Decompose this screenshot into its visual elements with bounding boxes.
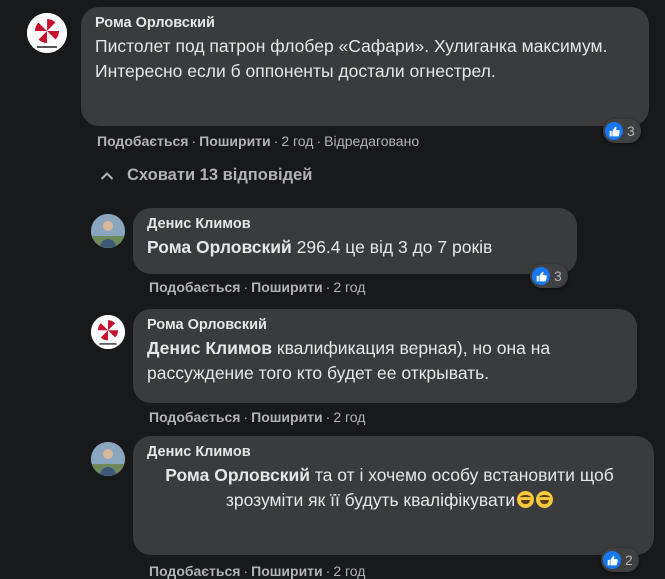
reply-author[interactable]: Денис Климов — [147, 444, 642, 460]
like-icon — [605, 122, 623, 140]
reply-text: Рома Орловский та от і хочемо особу вста… — [147, 463, 642, 512]
reply-text: Рома Орловский 296.4 це від 3 до 7 років — [147, 235, 565, 260]
reaction-count-badge[interactable]: 2 — [601, 548, 639, 572]
person-photo-icon — [91, 214, 125, 248]
reaction-count-badge[interactable]: 3 — [603, 119, 641, 143]
share-button[interactable]: Поширити — [251, 409, 323, 425]
reply-bubble: Денис Климов Рома Орловский 296.4 це від… — [133, 208, 577, 274]
rolling-on-floor-laughing-icon — [517, 490, 535, 508]
avatar-roma-orlovsky[interactable] — [27, 13, 67, 53]
umbrella-logo-icon — [91, 315, 125, 349]
reaction-count: 3 — [627, 123, 635, 139]
comment-text: Пистолет под патрон флобер «Сафари». Хул… — [95, 36, 608, 81]
chevron-up-icon — [100, 171, 114, 180]
share-button[interactable]: Поширити — [251, 279, 323, 295]
mention-link[interactable]: Денис Климов — [147, 338, 272, 358]
reply-actions: Подобається · Поширити · 2 год — [149, 409, 366, 425]
comment-author[interactable]: Рома Орловский — [95, 15, 637, 31]
timestamp[interactable]: 2 год — [281, 133, 313, 149]
umbrella-logo-icon — [27, 13, 67, 53]
reply-author[interactable]: Рома Орловский — [147, 317, 625, 333]
reaction-count-badge[interactable]: 3 — [530, 264, 568, 288]
share-button[interactable]: Поширити — [199, 133, 271, 149]
avatar-denis-klimov[interactable] — [91, 442, 125, 476]
like-button[interactable]: Подобається — [149, 563, 240, 579]
avatar-denis-klimov[interactable] — [91, 214, 125, 248]
hide-replies-button[interactable]: Сховати 13 відповідей — [100, 166, 312, 185]
timestamp[interactable]: 2 год — [333, 279, 365, 295]
reply-body: 296.4 це від 3 до 7 років — [291, 237, 493, 257]
reply-actions: Подобається · Поширити · 2 год — [149, 279, 366, 295]
reaction-count: 3 — [554, 268, 562, 284]
edited-label: Відредаговано — [324, 133, 420, 149]
comment-bubble: Рома Орловский Пистолет под патрон флобе… — [81, 7, 649, 126]
mention-link[interactable]: Рома Орловский — [147, 237, 292, 257]
grinning-sweat-icon — [536, 490, 554, 508]
comment-actions: Подобається · Поширити · 2 год · Відредаговано — [97, 133, 420, 149]
like-button[interactable]: Подобається — [149, 409, 240, 425]
reply-bubble: Рома Орловский Денис Климов квалификация… — [133, 309, 637, 403]
timestamp[interactable]: 2 год — [333, 563, 365, 579]
like-icon — [532, 267, 550, 285]
mention-link[interactable]: Рома Орловский — [165, 465, 310, 485]
reply-author[interactable]: Денис Климов — [147, 216, 565, 232]
avatar-roma-orlovsky[interactable] — [91, 315, 125, 349]
like-button[interactable]: Подобається — [97, 133, 188, 149]
reaction-count: 2 — [625, 552, 633, 568]
reply-actions: Подобається · Поширити · 2 год — [149, 563, 366, 579]
person-photo-icon — [91, 442, 125, 476]
reply-text: Денис Климов квалификация верная), но он… — [147, 336, 625, 385]
hide-replies-label: Сховати 13 відповідей — [127, 166, 313, 184]
like-button[interactable]: Подобається — [149, 279, 240, 295]
reply-bubble: Денис Климов Рома Орловский та от і хоче… — [133, 436, 654, 555]
timestamp[interactable]: 2 год — [333, 409, 365, 425]
like-icon — [603, 551, 621, 569]
share-button[interactable]: Поширити — [251, 563, 323, 579]
